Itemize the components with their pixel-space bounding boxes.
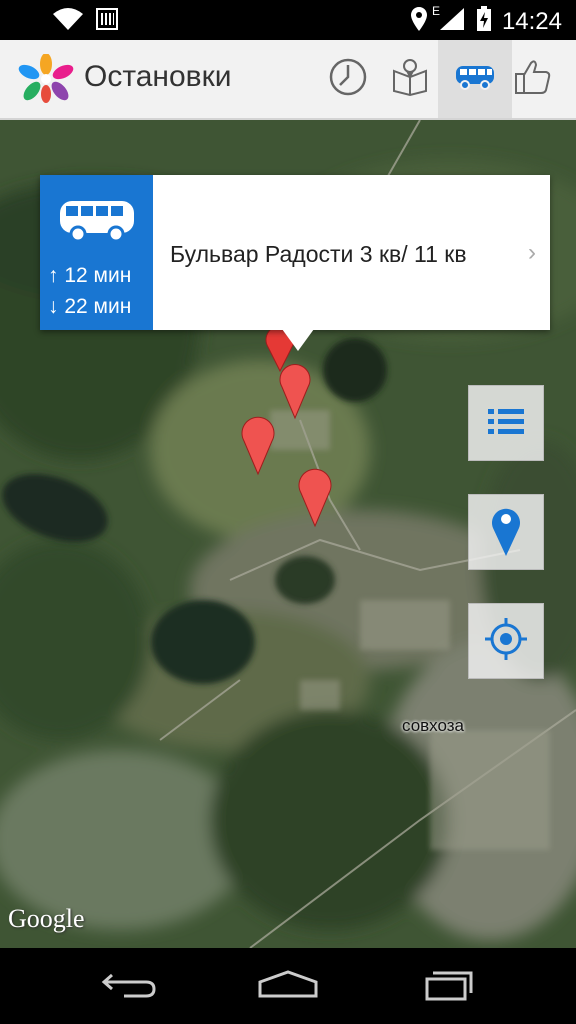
stop-name: Бульвар Радости 3 кв/ 11 кв — [170, 241, 467, 267]
clock-icon — [328, 57, 368, 102]
barcode-icon — [96, 7, 118, 36]
stop-info-callout[interactable]: ↑ 12 мин ↓ 22 мин Бульвар Радости 3 кв/ … — [40, 175, 550, 330]
signal-icon: E — [432, 4, 466, 37]
show-stops-button[interactable] — [468, 494, 544, 570]
recents-icon — [423, 967, 473, 1006]
chevron-right-icon: › — [528, 239, 536, 266]
network-type-label: E — [431, 4, 440, 18]
map-pin-icon — [490, 503, 522, 562]
tab-rate[interactable] — [496, 40, 570, 118]
stop-marker[interactable] — [277, 360, 313, 420]
thumbs-up-icon — [513, 57, 553, 102]
location-icon — [410, 6, 428, 37]
list-icon — [486, 405, 526, 442]
page-title: Остановки — [84, 60, 232, 93]
wifi-icon — [52, 6, 84, 37]
stop-marker[interactable] — [238, 412, 278, 476]
app-logo[interactable] — [18, 53, 74, 104]
map-place-label: совхоза — [402, 716, 464, 735]
home-button[interactable] — [253, 966, 323, 1006]
my-location-icon — [483, 616, 529, 667]
bus-icon — [58, 199, 136, 248]
home-icon — [256, 968, 320, 1005]
google-attribution: Google — [8, 904, 85, 933]
status-time: 14:24 — [501, 7, 562, 35]
bus-arrival-box: ↑ 12 мин ↓ 22 мин — [40, 175, 153, 330]
map-book-icon — [390, 57, 430, 102]
recents-button[interactable] — [413, 966, 483, 1006]
bus-icon — [454, 63, 496, 96]
stop-marker[interactable] — [295, 464, 335, 528]
arrival-time-up: ↑ 12 мин — [48, 264, 132, 287]
my-location-button[interactable] — [468, 603, 544, 679]
back-icon — [100, 969, 158, 1004]
callout-pointer — [282, 329, 314, 351]
system-nav-bar — [0, 948, 576, 1024]
tab-guide[interactable] — [373, 40, 447, 118]
action-bar: Остановки — [0, 40, 576, 120]
status-bar: E 14:24 — [0, 0, 576, 40]
list-view-button[interactable] — [468, 385, 544, 461]
arrival-time-down: ↓ 22 мин — [48, 295, 132, 318]
back-button[interactable] — [94, 966, 164, 1006]
battery-charging-icon — [476, 6, 492, 37]
